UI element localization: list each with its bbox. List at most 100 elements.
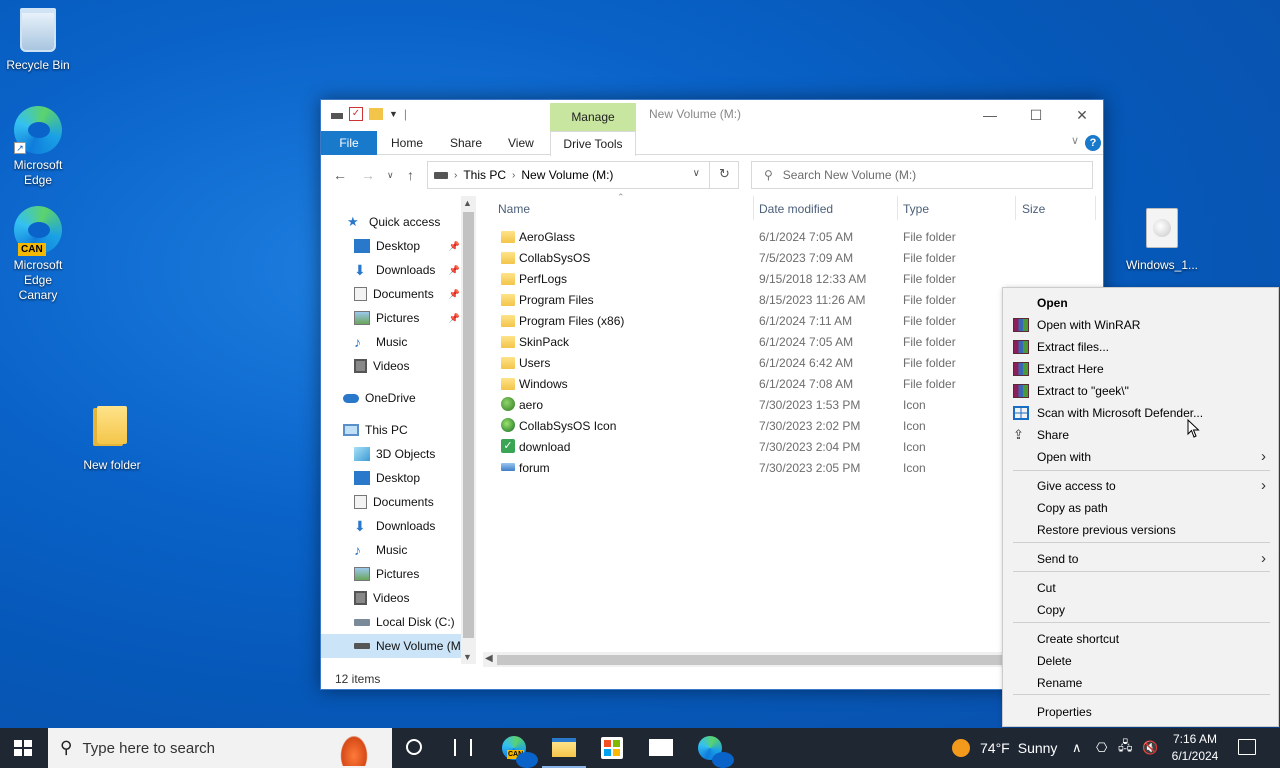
desktop-icon-new-folder[interactable]: New folder bbox=[74, 402, 150, 473]
mail-icon[interactable] bbox=[649, 739, 673, 756]
nav-new-volume-m[interactable]: New Volume (M bbox=[321, 634, 476, 658]
desktop-icon-microsoft-edge[interactable]: ↗ Microsoft Edge bbox=[0, 106, 76, 188]
menu-item-open[interactable]: Open bbox=[1003, 292, 1278, 314]
menu-item-restore-previous-versions[interactable]: Restore previous versions bbox=[1003, 519, 1278, 541]
menu-item-extract-here[interactable]: Extract Here bbox=[1003, 358, 1278, 380]
horizontal-scroll-thumb[interactable] bbox=[497, 655, 1003, 665]
breadcrumb-this-pc[interactable]: This PC bbox=[463, 168, 506, 182]
address-bar[interactable]: › This PC › New Volume (M:) ∨ bbox=[427, 161, 739, 189]
refresh-button[interactable]: ↻ bbox=[709, 161, 739, 189]
horizontal-scrollbar[interactable]: ◀ bbox=[483, 652, 1003, 667]
menu-item-create-shortcut[interactable]: Create shortcut bbox=[1003, 628, 1278, 650]
nav-music[interactable]: ♪ Music bbox=[321, 538, 476, 562]
column-header-date[interactable]: Date modified bbox=[759, 202, 833, 216]
table-row[interactable]: AeroGlass 6/1/2024 7:05 AM File folder bbox=[491, 226, 1103, 247]
nav-quick-music[interactable]: ♪ Music bbox=[321, 330, 476, 354]
menu-item-properties[interactable]: Properties bbox=[1003, 701, 1278, 723]
breadcrumb-new-volume[interactable]: New Volume (M:) bbox=[521, 168, 613, 182]
scroll-up-icon[interactable]: ▲ bbox=[463, 198, 472, 208]
desktop-icon-edge-canary[interactable]: CAN Microsoft Edge Canary bbox=[0, 206, 76, 303]
address-dropdown-icon[interactable]: ∨ bbox=[693, 168, 700, 179]
tab-share[interactable]: Share bbox=[450, 133, 482, 155]
nav-quick-desktop[interactable]: Desktop 📌 bbox=[321, 234, 476, 258]
new-folder-icon[interactable] bbox=[369, 108, 383, 120]
nav-quick-pictures[interactable]: Pictures 📌 bbox=[321, 306, 476, 330]
file-explorer-taskbar-icon[interactable] bbox=[552, 738, 576, 757]
desktop-icon-recycle-bin[interactable]: Recycle Bin bbox=[0, 8, 76, 73]
menu-item-cut[interactable]: Cut bbox=[1003, 577, 1278, 599]
nav-documents[interactable]: Documents bbox=[321, 490, 476, 514]
expand-ribbon-icon[interactable]: ∨ bbox=[1071, 134, 1079, 147]
network-icon[interactable]: 🖧 bbox=[1118, 728, 1133, 768]
forward-icon[interactable]: → bbox=[361, 167, 375, 183]
help-icon[interactable]: ? bbox=[1085, 135, 1101, 151]
recent-locations-icon[interactable]: ∨ bbox=[387, 170, 394, 181]
qat-customize-icon[interactable]: ▼ bbox=[389, 109, 398, 119]
task-view-icon[interactable] bbox=[454, 739, 472, 756]
taskbar-search-input[interactable] bbox=[82, 739, 313, 757]
tab-home[interactable]: Home bbox=[391, 133, 423, 155]
minimize-button[interactable]: — bbox=[967, 104, 1013, 126]
nav-pane-scrollbar[interactable]: ▲ ▼ bbox=[461, 196, 476, 664]
start-button[interactable] bbox=[14, 740, 32, 756]
meet-now-icon[interactable]: ⎔ bbox=[1096, 728, 1107, 768]
menu-item-give-access-to[interactable]: Give access to › bbox=[1003, 475, 1278, 497]
edge-canary-taskbar-icon[interactable]: CAN bbox=[502, 736, 538, 768]
manage-tab[interactable]: Manage bbox=[550, 103, 636, 131]
notification-center-icon[interactable] bbox=[1238, 739, 1256, 755]
search-box[interactable]: ⚲ bbox=[751, 161, 1093, 189]
volume-muted-icon[interactable]: 🔇 bbox=[1142, 728, 1158, 768]
nav-this-pc[interactable]: This PC bbox=[321, 418, 476, 442]
tab-file[interactable]: File bbox=[321, 131, 377, 155]
pin-icon[interactable]: 📌 bbox=[449, 241, 460, 252]
table-row[interactable]: PerfLogs 9/15/2018 12:33 AM File folder bbox=[491, 268, 1103, 289]
desktop-icon-windows-file[interactable]: Windows_1... bbox=[1124, 206, 1200, 273]
edge-taskbar-icon[interactable] bbox=[698, 736, 734, 768]
nav-quick-downloads[interactable]: ⬇ Downloads 📌 bbox=[321, 258, 476, 282]
menu-item-delete[interactable]: Delete bbox=[1003, 650, 1278, 672]
tab-drive-tools[interactable]: Drive Tools bbox=[550, 131, 636, 156]
tab-view[interactable]: View bbox=[508, 133, 534, 155]
nav-quick-access[interactable]: ★ Quick access bbox=[321, 210, 476, 234]
column-divider[interactable] bbox=[1015, 196, 1016, 220]
menu-item-open-with-winrar[interactable]: Open with WinRAR bbox=[1003, 314, 1278, 336]
column-divider[interactable] bbox=[897, 196, 898, 220]
column-header-name[interactable]: Name bbox=[498, 202, 530, 216]
show-hidden-icons-chevron-icon[interactable]: ∧ bbox=[1072, 728, 1082, 768]
weather-widget[interactable]: 74°F Sunny bbox=[952, 728, 1057, 768]
menu-item-copy[interactable]: Copy bbox=[1003, 599, 1278, 621]
menu-item-send-to[interactable]: Send to › bbox=[1003, 548, 1278, 570]
nav-downloads[interactable]: ⬇ Downloads bbox=[321, 514, 476, 538]
pin-icon[interactable]: 📌 bbox=[449, 265, 460, 276]
menu-item-extract-to-geek[interactable]: Extract to "geek\" bbox=[1003, 380, 1278, 402]
menu-item-share[interactable]: ⇪ Share bbox=[1003, 424, 1278, 446]
column-divider[interactable] bbox=[1095, 196, 1096, 220]
nav-desktop[interactable]: Desktop bbox=[321, 466, 476, 490]
back-icon[interactable]: ← bbox=[333, 167, 347, 183]
pin-icon[interactable]: 📌 bbox=[449, 313, 460, 324]
close-button[interactable]: ✕ bbox=[1059, 104, 1105, 126]
search-input[interactable] bbox=[782, 168, 1073, 182]
nav-pictures[interactable]: Pictures bbox=[321, 562, 476, 586]
breadcrumb-separator-icon[interactable]: › bbox=[512, 170, 515, 181]
pin-icon[interactable]: 📌 bbox=[449, 289, 460, 300]
breadcrumb-separator-icon[interactable]: › bbox=[454, 170, 457, 181]
maximize-button[interactable]: ☐ bbox=[1013, 104, 1059, 126]
nav-videos[interactable]: Videos bbox=[321, 586, 476, 610]
properties-icon[interactable]: ✓ bbox=[349, 107, 363, 121]
column-header-type[interactable]: Type bbox=[903, 202, 929, 216]
column-header-size[interactable]: Size bbox=[1022, 202, 1045, 216]
nav-onedrive[interactable]: OneDrive bbox=[321, 386, 476, 410]
nav-quick-videos[interactable]: Videos bbox=[321, 354, 476, 378]
nav-scroll-thumb[interactable] bbox=[463, 212, 474, 638]
up-icon[interactable]: ↑ bbox=[407, 167, 414, 183]
column-divider[interactable] bbox=[753, 196, 754, 220]
nav-3d-objects[interactable]: 3D Objects bbox=[321, 442, 476, 466]
menu-item-rename[interactable]: Rename bbox=[1003, 672, 1278, 694]
scroll-left-icon[interactable]: ◀ bbox=[485, 653, 493, 664]
system-clock[interactable]: 7:16 AM 6/1/2024 bbox=[1165, 731, 1225, 765]
cortana-icon[interactable] bbox=[406, 739, 422, 755]
menu-item-open-with[interactable]: Open with › bbox=[1003, 446, 1278, 468]
microsoft-store-icon[interactable] bbox=[601, 737, 623, 759]
table-row[interactable]: CollabSysOS 7/5/2023 7:09 AM File folder bbox=[491, 247, 1103, 268]
